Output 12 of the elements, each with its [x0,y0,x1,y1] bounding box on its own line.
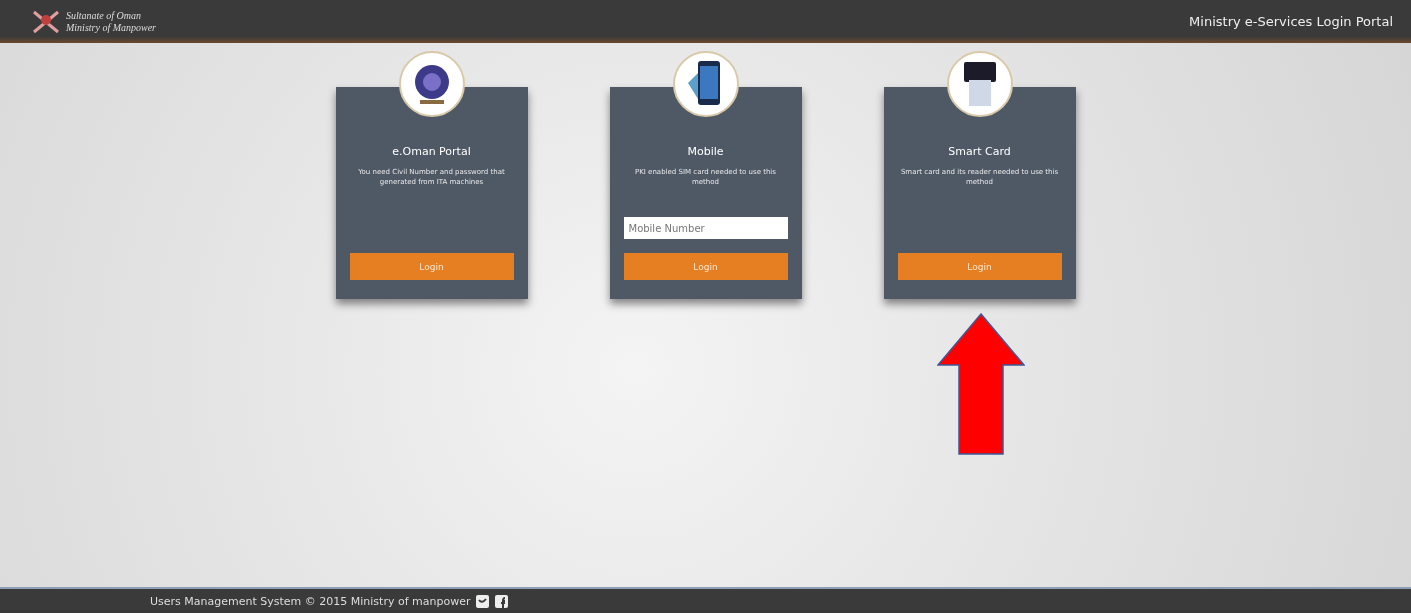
org-name: Sultanate of Oman [66,9,142,22]
card-title: e.Oman Portal [392,145,471,158]
facebook-icon[interactable] [495,594,509,608]
ministry-name: Ministry of Manpower [66,21,156,34]
portal-title: Ministry e-Services Login Portal [1189,14,1393,29]
login-button[interactable]: Login [897,253,1062,280]
mobile-number-field[interactable]: Mobile Number [623,217,788,239]
card-title: Mobile [687,145,724,158]
login-button[interactable]: Login [349,253,514,280]
login-button[interactable]: Login [623,253,788,280]
footer-text: Users Management System © 2015 Ministry of manpower [150,594,471,608]
card-title: Smart Card [948,145,1011,158]
